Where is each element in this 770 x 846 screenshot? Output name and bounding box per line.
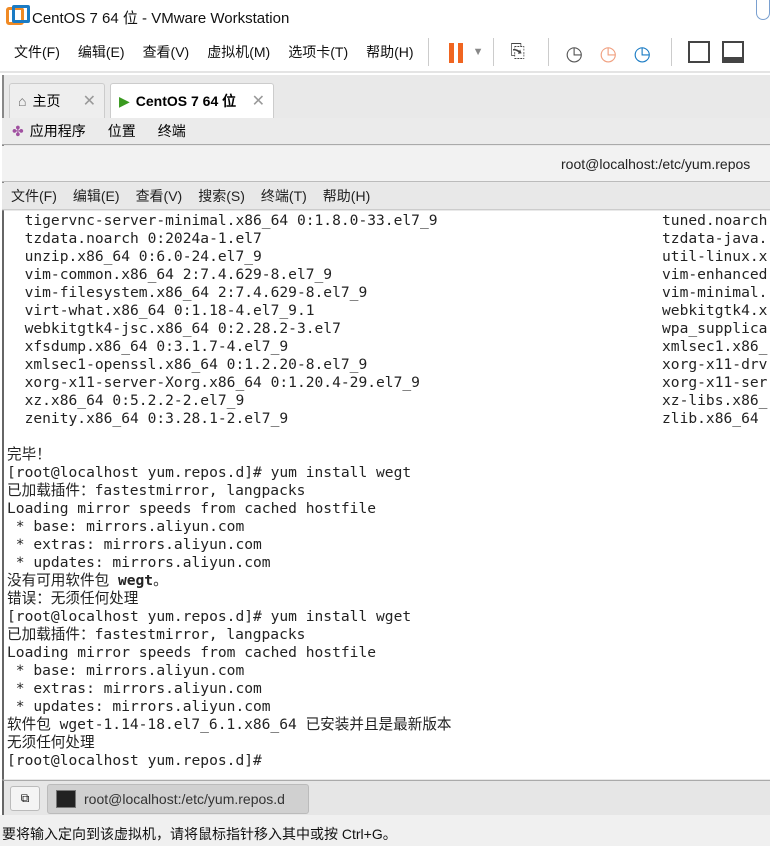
- divider: [493, 38, 495, 66]
- library-view-icon[interactable]: [688, 41, 711, 63]
- home-icon: ⌂: [18, 93, 27, 109]
- thumbnail-view-icon[interactable]: [722, 41, 745, 63]
- taskbar-terminal-item[interactable]: root@localhost:/etc/yum.repos.d: [47, 784, 309, 814]
- terminal-line: webkitgtk4-jsc.x86_64 0:2.28.2-3.el7: [7, 320, 341, 337]
- terminal-line: 软件包 wget-1.14-18.el7_6.1.x86_64 已安装并且是最新…: [7, 716, 452, 733]
- terminal-menu-file[interactable]: 文件(F): [11, 186, 57, 206]
- divider: [548, 38, 550, 66]
- terminal-line: xmlsec1.x86_: [662, 338, 768, 355]
- terminal-text: 没有可用软件包: [7, 572, 118, 589]
- terminal-line: virt-what.x86_64 0:1.18-4.el7_9.1: [7, 302, 315, 319]
- terminal-line: xorg-x11-ser: [662, 374, 768, 391]
- applications-icon: ✤: [12, 122, 24, 139]
- terminal-menu-edit[interactable]: 编辑(E): [73, 186, 120, 206]
- terminal-line: 完毕！: [7, 446, 51, 463]
- terminal-line: xorg-x11-drv: [662, 356, 768, 373]
- tab-label: 主页: [32, 93, 61, 109]
- terminal-title: root@localhost:/etc/yum.repos: [561, 156, 751, 172]
- chevron-down-icon[interactable]: ▼: [473, 46, 484, 58]
- terminal-menu-bar: 文件(F) 编辑(E) 查看(V) 搜索(S) 终端(T) 帮助(H): [2, 183, 770, 210]
- divider: [671, 38, 673, 66]
- menu-view[interactable]: 查看(V): [143, 42, 190, 62]
- taskbar-item-label: root@localhost:/etc/yum.repos.d: [84, 791, 285, 807]
- terminal-line: [root@localhost yum.repos.d]# yum instal…: [7, 608, 412, 625]
- menu-edit[interactable]: 编辑(E): [78, 42, 125, 62]
- menu-file[interactable]: 文件(F): [14, 42, 60, 62]
- terminal-menu-terminal[interactable]: 终端(T): [261, 186, 307, 206]
- tab-home[interactable]: ⌂ 主页 ✕: [9, 83, 105, 118]
- show-desktop-button[interactable]: ⧉: [10, 786, 40, 811]
- terminal-line: xorg-x11-server-Xorg.x86_64 0:1.20.4-29.…: [7, 374, 420, 391]
- terminal-line: xfsdump.x86_64 0:3.1.7-4.el7_9: [7, 338, 289, 355]
- terminal-line: tzdata-java.: [662, 230, 768, 247]
- terminal-text: 。: [153, 572, 168, 589]
- terminal-line: * updates: mirrors.aliyun.com: [7, 554, 271, 571]
- terminal-line: xmlsec1-openssl.x86_64 0:1.2.20-8.el7_9: [7, 356, 368, 373]
- terminal-line: wpa_supplica: [662, 320, 768, 337]
- terminal-line: tigervnc-server-minimal.x86_64 0:1.8.0-3…: [7, 212, 438, 229]
- terminal-line: 没有可用软件包 wegt。: [7, 572, 168, 590]
- terminal-icon: [56, 790, 76, 808]
- snapshot-take-icon[interactable]: ◷: [565, 41, 587, 65]
- package-name: wegt: [117, 572, 154, 589]
- terminal-line: unzip.x86_64 0:6.0-24.el7_9: [7, 248, 262, 265]
- vm-running-icon: ▶: [119, 92, 130, 109]
- terminal-line: [root@localhost yum.repos.d]# yum instal…: [7, 464, 412, 481]
- terminal-output[interactable]: tigervnc-server-minimal.x86_64 0:1.8.0-3…: [2, 211, 770, 779]
- terminal-line: * base: mirrors.aliyun.com: [7, 662, 245, 679]
- terminal-line: vim-filesystem.x86_64 2:7.4.629-8.el7_9: [7, 284, 368, 301]
- terminal-menu-help[interactable]: 帮助(H): [323, 186, 370, 206]
- close-icon[interactable]: ✕: [252, 91, 265, 111]
- snapshot-revert-icon[interactable]: ◷: [599, 41, 621, 65]
- menu-vm[interactable]: 虚拟机(M): [207, 42, 270, 62]
- terminal-line: * extras: mirrors.aliyun.com: [7, 536, 262, 553]
- terminal-line: vim-enhanced: [662, 266, 768, 283]
- terminal-line: vim-minimal.: [662, 284, 768, 301]
- terminal-line: tuned.noarch: [662, 212, 768, 229]
- menu-bar: 文件(F) 编辑(E) 查看(V) 虚拟机(M) 选项卡(T) 帮助(H) ▼ …: [0, 33, 770, 73]
- terminal-line: xz-libs.x86_: [662, 392, 768, 409]
- terminal-line: Loading mirror speeds from cached hostfi…: [7, 500, 377, 517]
- send-ctrl-alt-del-icon[interactable]: ⎘: [510, 41, 532, 63]
- terminal-line: webkitgtk4.x: [662, 302, 768, 319]
- window-title: CentOS 7 64 位 - VMware Workstation: [32, 10, 290, 27]
- vmware-logo-icon: [6, 5, 30, 25]
- gnome-terminal-menu[interactable]: 终端: [158, 121, 186, 141]
- terminal-line: vim-common.x86_64 2:7.4.629-8.el7_9: [7, 266, 333, 283]
- tab-centos[interactable]: ▶ CentOS 7 64 位 ✕: [110, 83, 274, 118]
- terminal-titlebar: root@localhost:/etc/yum.repos: [2, 146, 770, 182]
- menu-tabs[interactable]: 选项卡(T): [288, 42, 348, 62]
- terminal-menu-search[interactable]: 搜索(S): [198, 186, 245, 206]
- terminal-line: 错误：无须任何处理: [7, 590, 139, 607]
- terminal-line: * extras: mirrors.aliyun.com: [7, 680, 262, 697]
- gnome-top-bar: ✤ 应用程序 位置 终端: [2, 118, 770, 145]
- terminal-line: Loading mirror speeds from cached hostfi…: [7, 644, 377, 661]
- scroll-handle[interactable]: [756, 0, 770, 20]
- terminal-line: 已加载插件：fastestmirror, langpacks: [7, 626, 306, 643]
- terminal-line: [root@localhost yum.repos.d]#: [7, 752, 271, 769]
- window-titlebar: CentOS 7 64 位 - VMware Workstation: [0, 0, 770, 33]
- divider: [427, 38, 429, 66]
- terminal-line: util-linux.x: [662, 248, 768, 265]
- snapshot-manager-icon[interactable]: ◷: [633, 41, 655, 65]
- terminal-line: tzdata.noarch 0:2024a-1.el7: [7, 230, 262, 247]
- gnome-places-menu[interactable]: 位置: [108, 121, 136, 141]
- terminal-line: * base: mirrors.aliyun.com: [7, 518, 245, 535]
- menu-help[interactable]: 帮助(H): [366, 42, 413, 62]
- taskbar: ⧉ root@localhost:/etc/yum.repos.d: [2, 780, 770, 815]
- terminal-line: 已加载插件：fastestmirror, langpacks: [7, 482, 306, 499]
- pause-icon[interactable]: [445, 41, 467, 63]
- gnome-applications-menu[interactable]: 应用程序: [30, 121, 86, 141]
- terminal-menu-view[interactable]: 查看(V): [136, 186, 183, 206]
- tab-label: CentOS 7 64 位: [135, 93, 237, 109]
- terminal-line: 无须任何处理: [7, 734, 95, 751]
- status-bar: 要将输入定向到该虚拟机，请将鼠标指针移入其中或按 Ctrl+G。: [0, 815, 770, 846]
- terminal-line: zenity.x86_64 0:3.28.1-2.el7_9: [7, 410, 289, 427]
- terminal-line: zlib.x86_64: [662, 410, 759, 427]
- terminal-line: xz.x86_64 0:5.2.2-2.el7_9: [7, 392, 245, 409]
- close-icon[interactable]: ✕: [83, 91, 96, 111]
- terminal-line: * updates: mirrors.aliyun.com: [7, 698, 271, 715]
